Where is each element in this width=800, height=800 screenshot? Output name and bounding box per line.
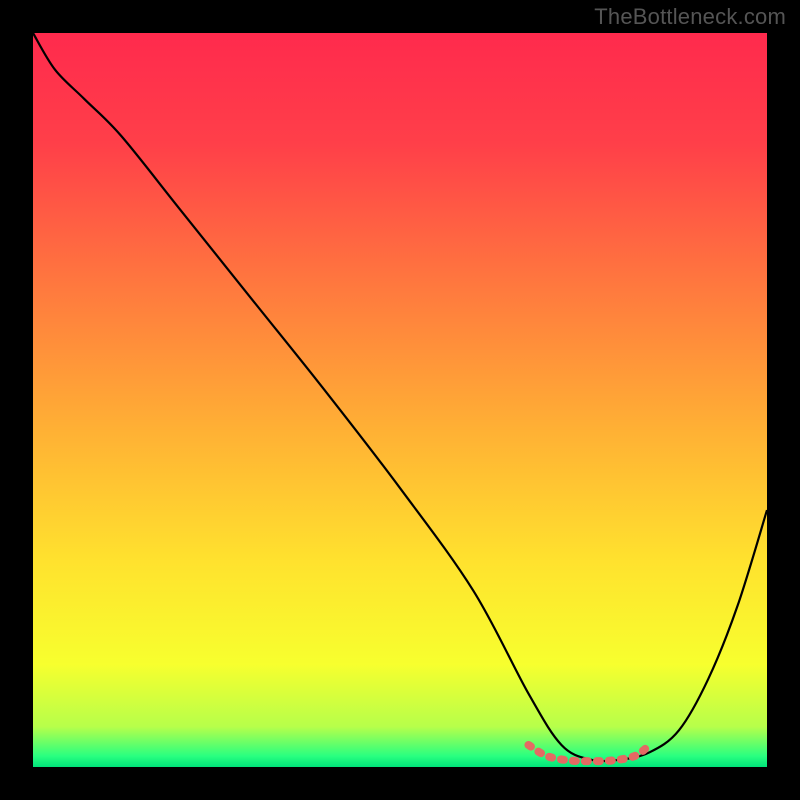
chart-stage: TheBottleneck.com [0,0,800,800]
chart-svg [0,0,800,800]
watermark-text: TheBottleneck.com [594,4,786,30]
plot-background [33,33,767,767]
